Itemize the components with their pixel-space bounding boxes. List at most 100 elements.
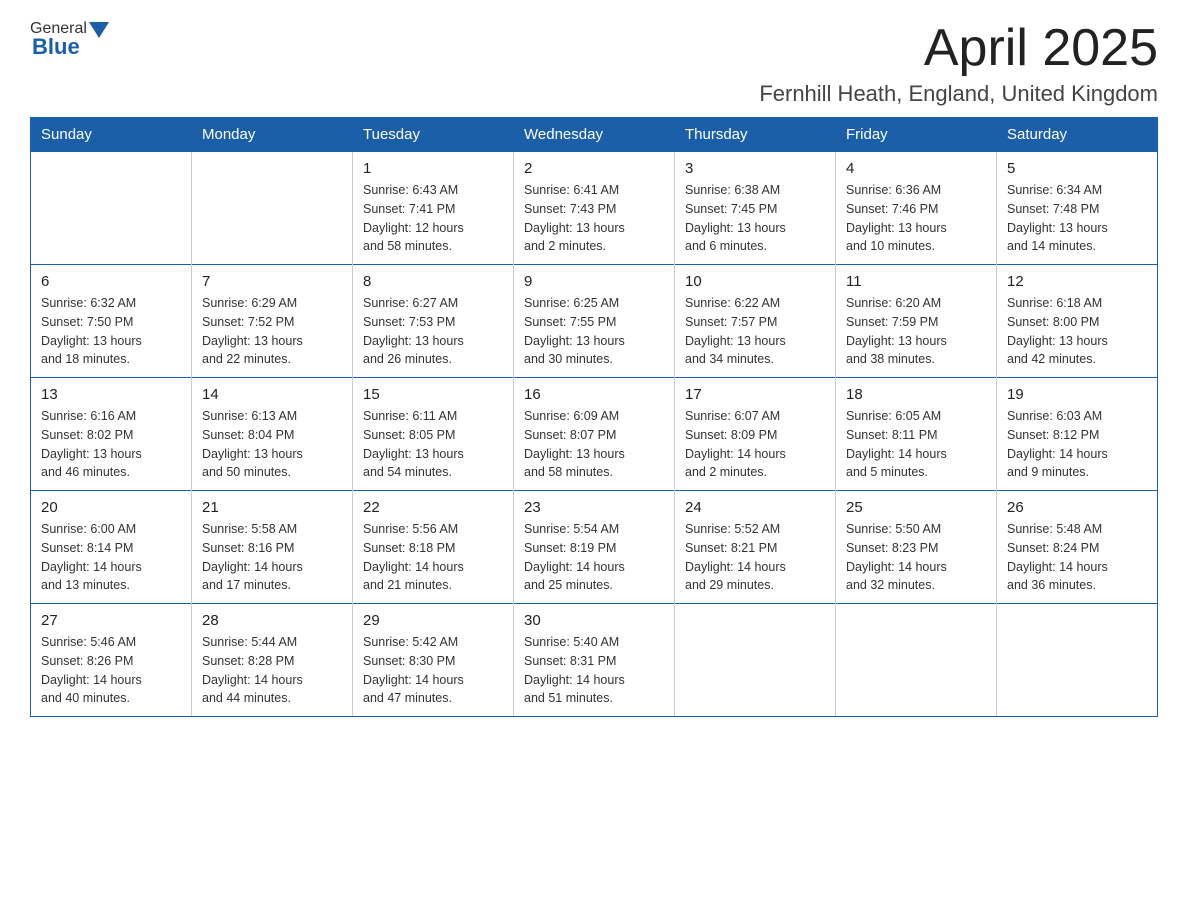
- day-info: Sunrise: 5:40 AMSunset: 8:31 PMDaylight:…: [524, 633, 664, 708]
- day-number: 23: [524, 499, 664, 516]
- day-info: Sunrise: 6:16 AMSunset: 8:02 PMDaylight:…: [41, 407, 181, 482]
- weekday-header-monday: Monday: [192, 118, 353, 152]
- day-info: Sunrise: 6:36 AMSunset: 7:46 PMDaylight:…: [846, 181, 986, 256]
- calendar-cell: 27Sunrise: 5:46 AMSunset: 8:26 PMDayligh…: [31, 604, 192, 717]
- calendar-cell: 26 Sunrise: 5:48 AMSunset: 8:24 PMDayligh…: [997, 491, 1158, 604]
- day-number: 24: [685, 499, 825, 516]
- day-number: 28: [202, 612, 342, 629]
- calendar-cell: 14 Sunrise: 6:13 AMSunset: 8:04 PMDayligh…: [192, 378, 353, 491]
- day-info: Sunrise: 6:20 AMSunset: 7:59 PMDaylight:…: [846, 294, 986, 369]
- day-info: Sunrise: 5:42 AMSunset: 8:30 PMDaylight:…: [363, 633, 503, 708]
- day-number: 20: [41, 499, 181, 516]
- calendar-cell: 1Sunrise: 6:43 AMSunset: 7:41 PMDaylight…: [353, 152, 514, 265]
- calendar-cell: 9 Sunrise: 6:25 AMSunset: 7:55 PMDaylight…: [514, 265, 675, 378]
- calendar-week-row: 20 Sunrise: 6:00 AMSunset: 8:14 PMDayligh…: [31, 491, 1158, 604]
- day-info: Sunrise: 6:09 AMSunset: 8:07 PMDaylight:…: [524, 407, 664, 482]
- day-info: Sunrise: 6:25 AMSunset: 7:55 PMDaylight:…: [524, 294, 664, 369]
- day-number: 26: [1007, 499, 1147, 516]
- calendar-cell: 19Sunrise: 6:03 AMSunset: 8:12 PMDayligh…: [997, 378, 1158, 491]
- location-title: Fernhill Heath, England, United Kingdom: [759, 81, 1158, 107]
- day-info: Sunrise: 6:07 AMSunset: 8:09 PMDaylight:…: [685, 407, 825, 482]
- calendar-cell: 29 Sunrise: 5:42 AMSunset: 8:30 PMDayligh…: [353, 604, 514, 717]
- day-info: Sunrise: 6:00 AMSunset: 8:14 PMDaylight:…: [41, 520, 181, 595]
- calendar-cell: 16 Sunrise: 6:09 AMSunset: 8:07 PMDayligh…: [514, 378, 675, 491]
- month-title: April 2025: [759, 20, 1158, 77]
- calendar-week-row: 1Sunrise: 6:43 AMSunset: 7:41 PMDaylight…: [31, 152, 1158, 265]
- day-info: Sunrise: 6:38 AMSunset: 7:45 PMDaylight:…: [685, 181, 825, 256]
- calendar-cell: 18 Sunrise: 6:05 AMSunset: 8:11 PMDayligh…: [836, 378, 997, 491]
- calendar-cell: 22Sunrise: 5:56 AMSunset: 8:18 PMDayligh…: [353, 491, 514, 604]
- day-info: Sunrise: 6:11 AMSunset: 8:05 PMDaylight:…: [363, 407, 503, 482]
- day-number: 17: [685, 386, 825, 403]
- day-info: Sunrise: 6:13 AMSunset: 8:04 PMDaylight:…: [202, 407, 342, 482]
- day-info: Sunrise: 6:29 AMSunset: 7:52 PMDaylight:…: [202, 294, 342, 369]
- day-info: Sunrise: 6:32 AMSunset: 7:50 PMDaylight:…: [41, 294, 181, 369]
- calendar-cell: 20 Sunrise: 6:00 AMSunset: 8:14 PMDayligh…: [31, 491, 192, 604]
- calendar-cell: 7 Sunrise: 6:29 AMSunset: 7:52 PMDaylight…: [192, 265, 353, 378]
- day-info: Sunrise: 6:43 AMSunset: 7:41 PMDaylight:…: [363, 181, 503, 256]
- calendar-cell: 3Sunrise: 6:38 AMSunset: 7:45 PMDaylight…: [675, 152, 836, 265]
- day-info: Sunrise: 6:34 AMSunset: 7:48 PMDaylight:…: [1007, 181, 1147, 256]
- day-number: 21: [202, 499, 342, 516]
- page-header: General Blue April 2025 Fernhill Heath, …: [30, 20, 1158, 107]
- day-number: 9: [524, 273, 664, 290]
- day-number: 4: [846, 160, 986, 177]
- day-number: 30: [524, 612, 664, 629]
- weekday-header-friday: Friday: [836, 118, 997, 152]
- logo-blue-text: Blue: [30, 34, 80, 60]
- day-number: 8: [363, 273, 503, 290]
- day-number: 11: [846, 273, 986, 290]
- day-info: Sunrise: 6:05 AMSunset: 8:11 PMDaylight:…: [846, 407, 986, 482]
- calendar-table: SundayMondayTuesdayWednesdayThursdayFrid…: [30, 117, 1158, 717]
- day-info: Sunrise: 6:22 AMSunset: 7:57 PMDaylight:…: [685, 294, 825, 369]
- day-number: 18: [846, 386, 986, 403]
- day-number: 7: [202, 273, 342, 290]
- calendar-cell: 5 Sunrise: 6:34 AMSunset: 7:48 PMDaylight…: [997, 152, 1158, 265]
- day-info: Sunrise: 5:46 AMSunset: 8:26 PMDaylight:…: [41, 633, 181, 708]
- weekday-header-saturday: Saturday: [997, 118, 1158, 152]
- logo-triangle-icon: [89, 22, 109, 38]
- day-number: 13: [41, 386, 181, 403]
- logo: General Blue: [30, 20, 109, 60]
- day-number: 12: [1007, 273, 1147, 290]
- day-number: 29: [363, 612, 503, 629]
- calendar-cell: 17 Sunrise: 6:07 AMSunset: 8:09 PMDayligh…: [675, 378, 836, 491]
- day-number: 15: [363, 386, 503, 403]
- calendar-cell: 8Sunrise: 6:27 AMSunset: 7:53 PMDaylight…: [353, 265, 514, 378]
- day-info: Sunrise: 5:48 AMSunset: 8:24 PMDaylight:…: [1007, 520, 1147, 595]
- title-section: April 2025 Fernhill Heath, England, Unit…: [759, 20, 1158, 107]
- weekday-header-sunday: Sunday: [31, 118, 192, 152]
- day-info: Sunrise: 6:41 AMSunset: 7:43 PMDaylight:…: [524, 181, 664, 256]
- weekday-header-thursday: Thursday: [675, 118, 836, 152]
- day-number: 19: [1007, 386, 1147, 403]
- day-number: 6: [41, 273, 181, 290]
- calendar-cell: 6 Sunrise: 6:32 AMSunset: 7:50 PMDaylight…: [31, 265, 192, 378]
- day-info: Sunrise: 6:18 AMSunset: 8:00 PMDaylight:…: [1007, 294, 1147, 369]
- weekday-header-wednesday: Wednesday: [514, 118, 675, 152]
- day-number: 2: [524, 160, 664, 177]
- calendar-cell: 21 Sunrise: 5:58 AMSunset: 8:16 PMDayligh…: [192, 491, 353, 604]
- calendar-cell: 23 Sunrise: 5:54 AMSunset: 8:19 PMDayligh…: [514, 491, 675, 604]
- calendar-cell: [836, 604, 997, 717]
- calendar-week-row: 27Sunrise: 5:46 AMSunset: 8:26 PMDayligh…: [31, 604, 1158, 717]
- day-number: 22: [363, 499, 503, 516]
- calendar-cell: 13 Sunrise: 6:16 AMSunset: 8:02 PMDayligh…: [31, 378, 192, 491]
- day-info: Sunrise: 5:58 AMSunset: 8:16 PMDaylight:…: [202, 520, 342, 595]
- day-number: 5: [1007, 160, 1147, 177]
- calendar-cell: [997, 604, 1158, 717]
- day-info: Sunrise: 5:44 AMSunset: 8:28 PMDaylight:…: [202, 633, 342, 708]
- calendar-cell: 2 Sunrise: 6:41 AMSunset: 7:43 PMDaylight…: [514, 152, 675, 265]
- day-info: Sunrise: 5:54 AMSunset: 8:19 PMDaylight:…: [524, 520, 664, 595]
- calendar-cell: 15 Sunrise: 6:11 AMSunset: 8:05 PMDayligh…: [353, 378, 514, 491]
- calendar-cell: 25Sunrise: 5:50 AMSunset: 8:23 PMDayligh…: [836, 491, 997, 604]
- calendar-cell: [192, 152, 353, 265]
- calendar-cell: 11 Sunrise: 6:20 AMSunset: 7:59 PMDayligh…: [836, 265, 997, 378]
- day-number: 16: [524, 386, 664, 403]
- calendar-cell: 28 Sunrise: 5:44 AMSunset: 8:28 PMDayligh…: [192, 604, 353, 717]
- calendar-week-row: 6 Sunrise: 6:32 AMSunset: 7:50 PMDaylight…: [31, 265, 1158, 378]
- calendar-week-row: 13 Sunrise: 6:16 AMSunset: 8:02 PMDayligh…: [31, 378, 1158, 491]
- day-number: 25: [846, 499, 986, 516]
- day-number: 14: [202, 386, 342, 403]
- calendar-cell: [31, 152, 192, 265]
- calendar-cell: 24Sunrise: 5:52 AMSunset: 8:21 PMDayligh…: [675, 491, 836, 604]
